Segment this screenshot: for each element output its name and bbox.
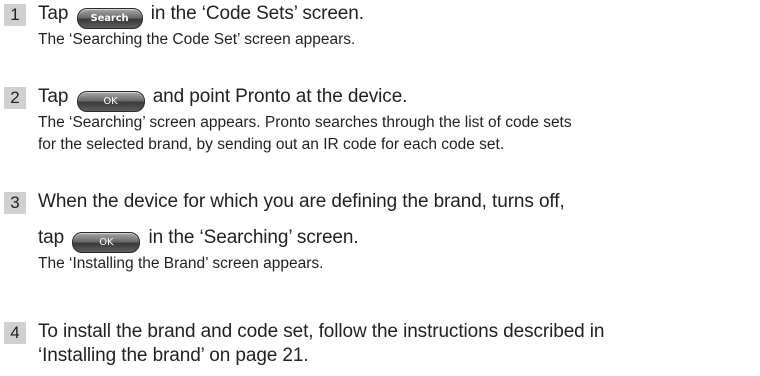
instruction-text: Tap bbox=[38, 3, 69, 24]
step-number: 1 bbox=[4, 4, 26, 26]
step-number: 2 bbox=[4, 87, 26, 109]
ok-button[interactable]: OK bbox=[76, 91, 145, 112]
step-body: Tap OK and point Pronto at the device. T… bbox=[38, 85, 756, 156]
step-result-line: The ‘Searching’ screen appears. Pronto s… bbox=[38, 114, 572, 131]
step-result: The ‘Searching the Code Set’ screen appe… bbox=[38, 31, 356, 48]
step-result-line: for the selected brand, by sending out a… bbox=[38, 136, 505, 153]
step-instruction: When the device for which you are defini… bbox=[38, 191, 565, 212]
step-instruction: Tap Search in the ‘Code Sets’ screen. bbox=[38, 2, 756, 29]
step-body: To install the brand and code set, follo… bbox=[38, 320, 756, 368]
search-button[interactable]: Search bbox=[76, 8, 143, 29]
step-instruction: tap OK in the ‘Searching’ screen. bbox=[38, 226, 756, 253]
instruction-text: in the ‘Searching’ screen. bbox=[148, 227, 359, 248]
instruction-text: in the ‘Code Sets’ screen. bbox=[150, 3, 364, 24]
ok-button[interactable]: OK bbox=[72, 232, 141, 253]
instruction-text: tap bbox=[38, 227, 65, 248]
step-number: 3 bbox=[4, 192, 26, 214]
instruction-text: and point Pronto at the device. bbox=[152, 86, 408, 107]
step-instruction: Tap OK and point Pronto at the device. bbox=[38, 85, 756, 112]
step-instruction: ‘Installing the brand’ on page 21. bbox=[38, 345, 309, 366]
step-number: 4 bbox=[4, 322, 26, 344]
instruction-text: Tap bbox=[38, 86, 69, 107]
step-body: Tap Search in the ‘Code Sets’ screen. Th… bbox=[38, 2, 756, 51]
step-body: When the device for which you are defini… bbox=[38, 190, 756, 275]
step-result: The ‘Installing the Brand’ screen appear… bbox=[38, 255, 324, 272]
step-instruction: To install the brand and code set, follo… bbox=[38, 321, 605, 342]
